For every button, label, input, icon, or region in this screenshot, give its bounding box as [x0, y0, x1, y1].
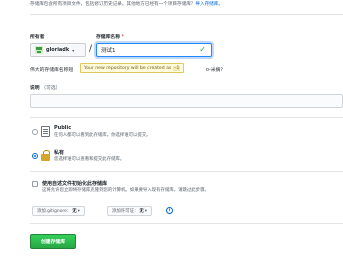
owner-name: gloriadk [46, 47, 70, 53]
chevron-down-icon: ▾ [144, 208, 147, 214]
gitignore-prefix: 添加.gitignore： [37, 209, 72, 214]
description-label: 说明 （可选） [30, 84, 60, 91]
owner-label: 所有者 [30, 35, 45, 40]
description-label-text: 说明 [30, 86, 40, 91]
description-input[interactable] [30, 94, 343, 108]
name-hint-suffix: o-米摘？ [206, 68, 226, 73]
chevron-down-icon: ▾ [72, 47, 75, 53]
repo-book-icon [41, 126, 50, 137]
public-radio[interactable] [32, 129, 38, 135]
public-title: Public [54, 125, 72, 131]
intro-description: 存储库包含所有项目文件，包括修订历史记录。其他地方已经有一个项目存储库？ [30, 2, 196, 7]
public-description: 任何人都可以看到此存储库。你选择谁可以提交。 [54, 133, 151, 138]
license-prefix: 添加许可证： [112, 209, 139, 214]
avatar [35, 46, 43, 54]
divider-lower [30, 171, 343, 172]
private-radio[interactable] [32, 153, 38, 159]
create-repository-button[interactable]: 创建存储库 [30, 234, 76, 249]
license-dropdown[interactable]: 添加许可证： 无 ▾ [107, 206, 152, 216]
init-readme-description: 这将允许您立即将存储库克隆到您的计算机。如果要导入现有存储库，请跳过此步骤。 [42, 188, 209, 193]
required-mark: * [121, 35, 125, 40]
intro-text: 存储库包含所有项目文件，包括修订历史记录。其他地方已经有一个项目存储库？导入存储… [30, 1, 223, 7]
init-readme-checkbox[interactable] [32, 181, 38, 187]
optional-label: （可选） [41, 86, 61, 91]
init-readme-title: 使用自述文件初始化此存储库 [42, 181, 108, 187]
owner-repo-separator: / [89, 44, 93, 54]
tooltip-code: -1 [172, 65, 181, 71]
private-title: 私有 [54, 150, 65, 156]
license-value: 无 [139, 209, 144, 214]
owner-dropdown[interactable]: gloriadk ▾ [30, 43, 86, 57]
gitignore-value: 无 [72, 209, 77, 214]
divider-top [30, 14, 343, 15]
private-description: 您选择谁可以查看和提交此存储库。 [54, 157, 125, 162]
check-icon: ✓ [199, 45, 206, 54]
repo-name-input[interactable]: 测试1 ✓ [96, 43, 212, 57]
repo-name-label: 存储库名称 * [96, 33, 124, 40]
lock-icon [41, 150, 50, 161]
repo-name-value: 测试1 [101, 48, 116, 54]
chevron-down-icon: ▾ [77, 208, 80, 214]
divider-middle [30, 117, 343, 118]
name-tooltip: Your new repository will be created as -… [80, 63, 185, 73]
name-hint-text: 伟大的存储库名称短 [30, 68, 74, 73]
import-repository-link[interactable]: 导入存储库。 [195, 2, 223, 7]
gitignore-dropdown[interactable]: 添加.gitignore： 无 ▾ [32, 206, 85, 216]
divider-bottom [30, 223, 343, 224]
info-icon[interactable]: i [166, 207, 173, 214]
tooltip-text: Your new repository will be created as [84, 65, 172, 71]
repo-name-label-text: 存储库名称 [96, 35, 120, 40]
